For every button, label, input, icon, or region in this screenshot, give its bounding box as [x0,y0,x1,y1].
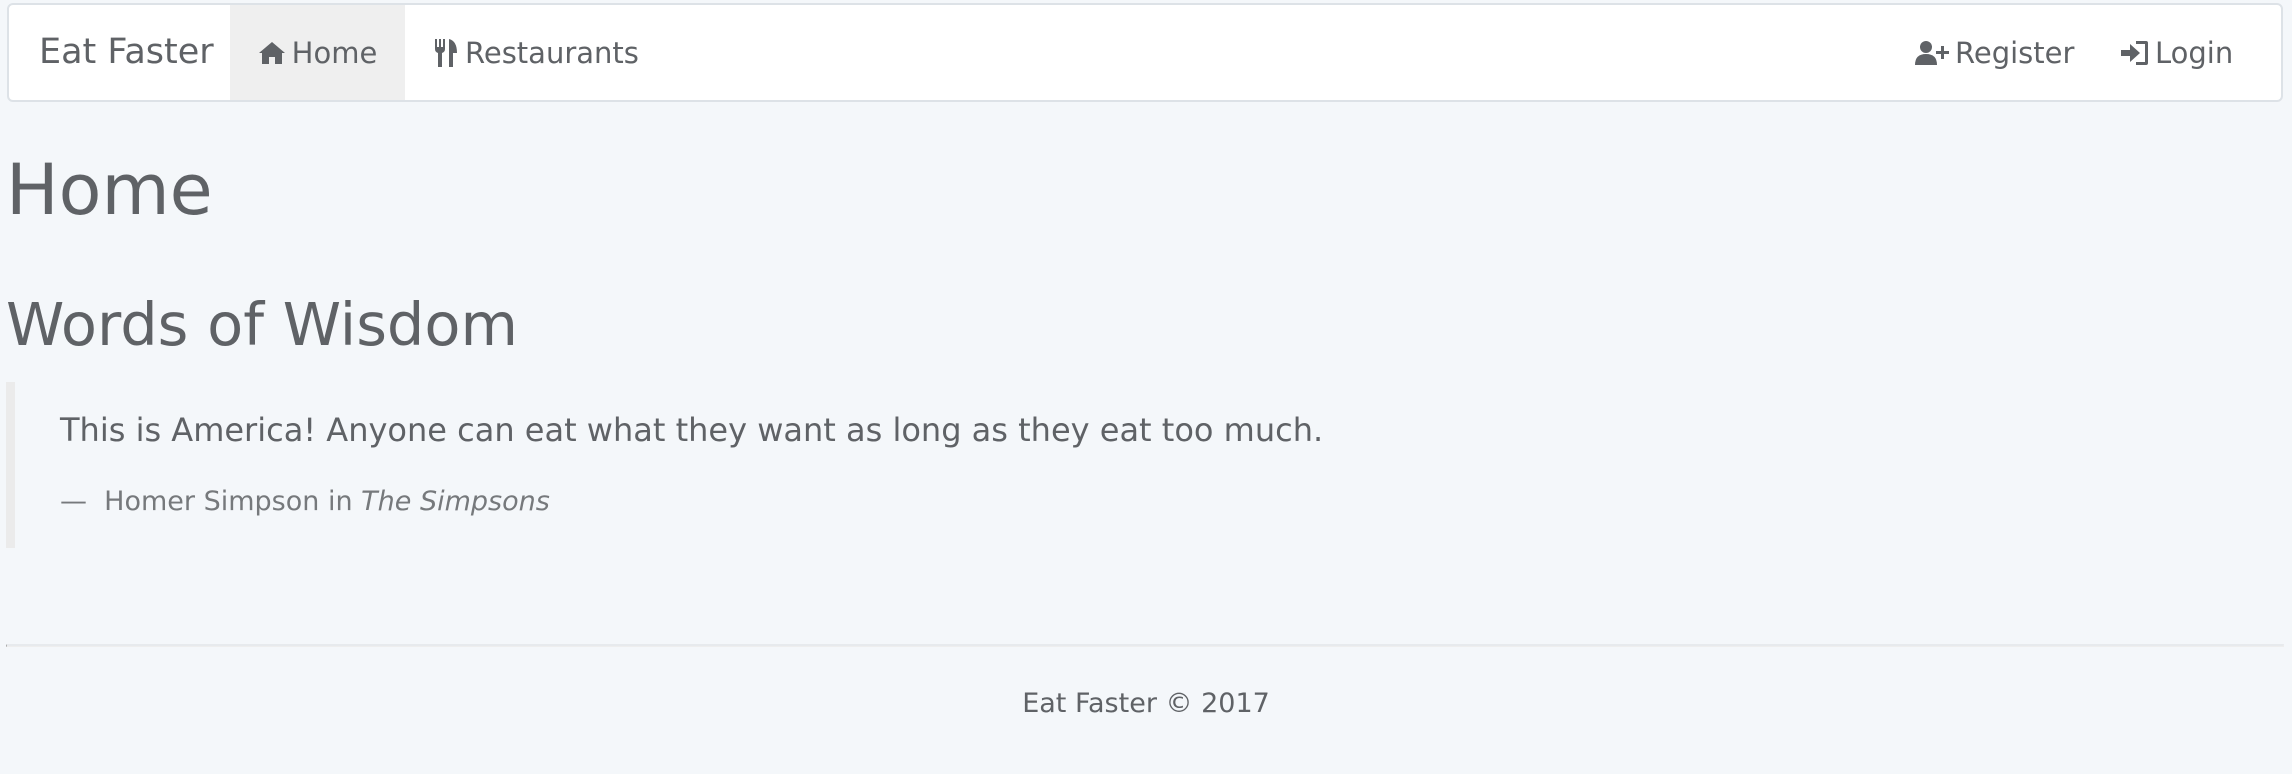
nav-item-register[interactable]: Register [1915,5,2074,100]
home-icon [258,40,286,66]
nav-item-register-label: Register [1955,35,2075,70]
user-plus-icon [1915,40,1949,66]
nav-item-login[interactable]: Login [2121,5,2233,100]
cutlery-icon [433,38,459,68]
quote-text: This is America! Anyone can eat what the… [60,411,1324,449]
navbar: Eat Faster Home Restaurants Register Log… [7,3,2283,102]
quote-source: The Simpsons [361,486,550,517]
page-title: Home [6,149,213,231]
quote-attribution: — Homer Simpson in The Simpsons [60,482,550,522]
sign-in-icon [2121,40,2149,66]
nav-item-home-label: Home [291,35,378,70]
quote-dash: — [60,486,87,517]
nav-item-login-label: Login [2155,35,2234,70]
footer-copyright: Eat Faster © 2017 [1022,688,1270,719]
nav-item-restaurants-label: Restaurants [465,35,639,70]
quote-block: This is America! Anyone can eat what the… [6,382,2282,548]
nav-item-restaurants[interactable]: Restaurants [433,5,639,100]
footer-divider [6,644,2284,647]
brand-link[interactable]: Eat Faster [39,5,214,100]
section-title: Words of Wisdom [6,290,518,359]
nav-item-home[interactable]: Home [230,5,405,100]
quote-author: Homer Simpson in [104,486,353,517]
